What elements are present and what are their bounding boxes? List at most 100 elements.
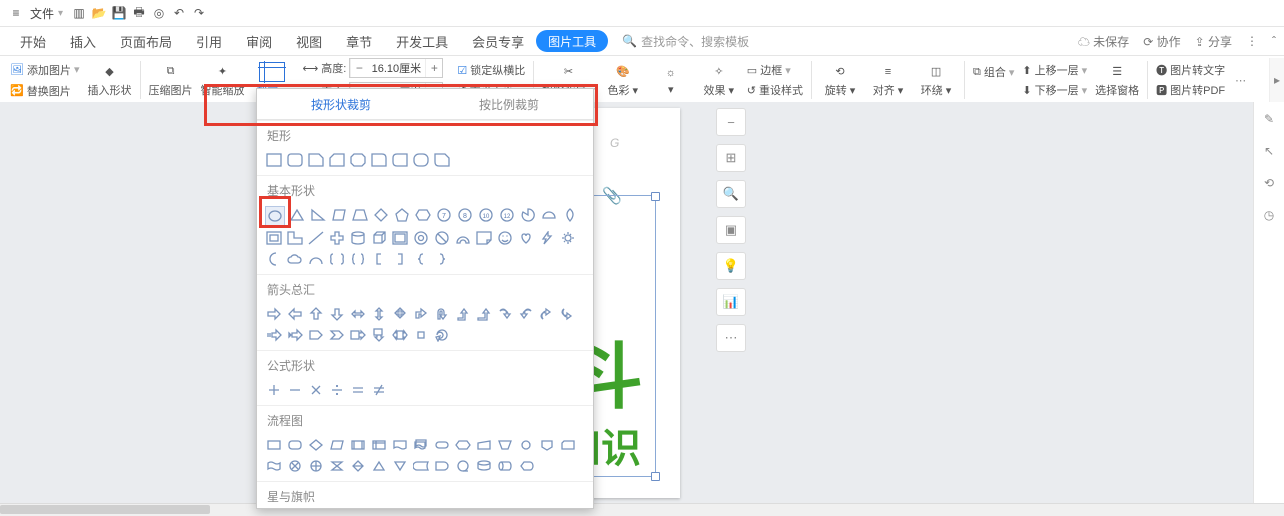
arrow-left[interactable] <box>286 305 304 323</box>
flow-manualop[interactable] <box>496 436 514 454</box>
shape-plus[interactable] <box>328 229 346 247</box>
flow-collate[interactable] <box>328 457 346 475</box>
rail-link-icon[interactable]: ⟲ <box>1264 176 1274 190</box>
float-layout-icon[interactable]: ⊞ <box>716 144 746 172</box>
pic-to-text-button[interactable]: 🅣图片转文字 <box>1152 61 1229 79</box>
flow-manualin[interactable] <box>475 436 493 454</box>
float-more-icon[interactable]: ⋯ <box>716 324 746 352</box>
flow-sum[interactable] <box>286 457 304 475</box>
shape-triangle[interactable] <box>288 206 306 224</box>
ribbon-scroll-right[interactable]: ▸ <box>1269 58 1284 102</box>
flow-delay[interactable] <box>433 457 451 475</box>
float-crop-icon[interactable]: ▣ <box>716 216 746 244</box>
print-icon[interactable]: 🖶 <box>129 3 149 23</box>
flow-tape[interactable] <box>265 457 283 475</box>
arrow-bent[interactable] <box>412 305 430 323</box>
handle-br[interactable] <box>651 472 660 481</box>
arrow-striped[interactable] <box>265 326 283 344</box>
shape-sun[interactable] <box>559 229 577 247</box>
shape-donut[interactable] <box>412 229 430 247</box>
open-icon[interactable]: 📂 <box>89 3 109 23</box>
tab-insert[interactable]: 插入 <box>58 27 108 55</box>
arrow-bentup[interactable] <box>475 305 493 323</box>
group-button[interactable]: ⧉组合▾ <box>969 63 1018 81</box>
pic-to-pdf-button[interactable]: 🅿图片转PDF <box>1152 81 1229 99</box>
arrow-down[interactable] <box>328 305 346 323</box>
float-minus[interactable]: − <box>716 108 746 136</box>
shape-pentagon[interactable] <box>393 206 411 224</box>
shape-round2[interactable] <box>391 151 409 169</box>
shape-roundsnip[interactable] <box>433 151 451 169</box>
shape-dodecagon[interactable]: 12 <box>498 206 516 224</box>
flow-offpage[interactable] <box>538 436 556 454</box>
lock-ratio-checkbox[interactable]: ☑锁定纵横比 <box>453 61 529 79</box>
arrow-lup[interactable] <box>454 305 472 323</box>
shape-rbrace[interactable] <box>433 250 451 268</box>
down-layer-button[interactable]: ⬇下移一层▾ <box>1018 81 1091 99</box>
undo-icon[interactable]: ↶ <box>169 3 189 23</box>
flow-data[interactable] <box>328 436 346 454</box>
shape-bevel[interactable] <box>391 229 409 247</box>
formula-divide[interactable] <box>328 381 346 399</box>
arrow-up[interactable] <box>307 305 325 323</box>
color-button[interactable]: 🎨色彩 ▾ <box>599 58 647 102</box>
arrow-chevron[interactable] <box>328 326 346 344</box>
flow-direct[interactable] <box>496 457 514 475</box>
flow-connector[interactable] <box>517 436 535 454</box>
shape-diag[interactable] <box>307 229 325 247</box>
brightness-button[interactable]: ☼▾ <box>647 58 695 102</box>
crop-tab-shape[interactable]: 按形状裁剪 <box>257 89 425 119</box>
shape-oval[interactable] <box>265 206 285 226</box>
shape-trapezoid[interactable] <box>351 206 369 224</box>
replace-image-button[interactable]: 🔁替换图片 <box>6 82 84 100</box>
flow-decision[interactable] <box>307 436 325 454</box>
shape-hexagon[interactable] <box>414 206 432 224</box>
reset-style-button[interactable]: ↺重设样式 <box>743 81 807 99</box>
redo-icon[interactable]: ↷ <box>189 3 209 23</box>
shape-snipd[interactable] <box>349 151 367 169</box>
arrow-circular[interactable] <box>433 326 451 344</box>
formula-plus[interactable] <box>265 381 283 399</box>
rail-clock-icon[interactable]: ◷ <box>1264 208 1274 222</box>
arrow-uturn[interactable] <box>433 305 451 323</box>
collapse-ribbon-icon[interactable]: ˆ <box>1272 34 1276 48</box>
shape-snip1[interactable] <box>307 151 325 169</box>
command-search[interactable]: 🔍 查找命令、搜索模板 <box>622 33 749 50</box>
shape-cube[interactable] <box>370 229 388 247</box>
shape-diamond[interactable] <box>372 206 390 224</box>
arrow-curved-d[interactable] <box>559 305 577 323</box>
tab-member[interactable]: 会员专享 <box>460 27 536 55</box>
shape-snip2[interactable] <box>328 151 346 169</box>
tab-view[interactable]: 视图 <box>284 27 334 55</box>
rotate-button[interactable]: ⟲旋转 ▾ <box>816 58 864 102</box>
height-increase[interactable]: + <box>425 59 442 77</box>
arrow-ud[interactable] <box>370 305 388 323</box>
shape-chord[interactable] <box>540 206 558 224</box>
arrow-lr[interactable] <box>349 305 367 323</box>
share-button[interactable]: ⇪ 分享 <box>1195 33 1232 50</box>
shape-dbrace[interactable] <box>349 250 367 268</box>
flow-extract[interactable] <box>370 457 388 475</box>
shape-frame[interactable] <box>265 229 283 247</box>
up-layer-button[interactable]: ⬆上移一层▾ <box>1018 61 1091 79</box>
border-button[interactable]: ▭边框▾ <box>743 61 807 79</box>
flow-predef[interactable] <box>349 436 367 454</box>
flow-seq[interactable] <box>454 457 472 475</box>
formula-minus[interactable] <box>286 381 304 399</box>
preview-icon[interactable]: ◎ <box>149 3 169 23</box>
unsaved-indicator[interactable]: ☁ 未保存 <box>1078 33 1129 50</box>
shape-arc[interactable] <box>307 250 325 268</box>
align-button[interactable]: ≡对齐 ▾ <box>864 58 912 102</box>
rail-pen-icon[interactable]: ✎ <box>1264 112 1274 126</box>
formula-neq[interactable] <box>370 381 388 399</box>
flow-multidoc[interactable] <box>412 436 430 454</box>
file-menu[interactable]: ≡ 文件 ▾ <box>6 3 63 23</box>
shape-noentry[interactable] <box>433 229 451 247</box>
float-chart-icon[interactable]: 📊 <box>716 288 746 316</box>
flow-alt[interactable] <box>286 436 304 454</box>
shape-lightning[interactable] <box>538 229 556 247</box>
shape-rt-triangle[interactable] <box>309 206 327 224</box>
flow-or[interactable] <box>307 457 325 475</box>
shape-decagon[interactable]: 10 <box>477 206 495 224</box>
arrow-pentagon[interactable] <box>307 326 325 344</box>
